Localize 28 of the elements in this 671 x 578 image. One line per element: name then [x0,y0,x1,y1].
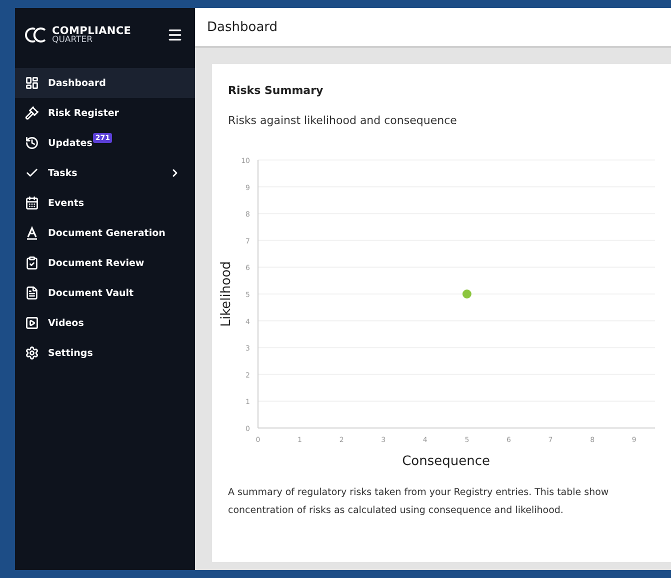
nav-item[interactable]: Dashboard [15,68,195,98]
nav-item[interactable]: Risk Register [15,98,195,128]
logo-text: QUARTER [52,36,94,44]
nav-item[interactable]: Tasks [15,158,195,188]
nav-item[interactable]: Events [15,188,195,218]
description-text: A summary of regulatory risks taken from your Registry entries. This table show [228,486,610,500]
video-icon [25,316,39,330]
dashboard-icon [25,76,39,90]
history-icon [25,136,39,150]
nav-item[interactable]: Videos [15,308,195,338]
logo-text: COMPLIANCE [52,26,132,36]
axis-title: Consequence [402,454,490,469]
card-title: Risks Summary [228,84,324,97]
letter-a-icon [25,226,39,240]
page-title: Dashboard [207,20,278,34]
menu-button[interactable] [167,27,183,43]
nav-item[interactable]: Settings [15,338,195,368]
settings-icon [25,346,39,360]
card-subtitle: Risks against likelihood and consequence [228,114,458,127]
calendar-icon [25,196,39,210]
nav-item[interactable]: Document Vault [15,278,195,308]
axis-title: Likelihood [219,261,234,327]
document-icon [25,286,39,300]
nav-item[interactable]: Document Generation [15,218,195,248]
gavel-icon [25,106,39,120]
description-text: concentration of risks as calculated using consequence and likelihood. [228,504,564,518]
nav-item[interactable]: Document Review [15,248,195,278]
clipboard-check-icon [25,256,39,270]
